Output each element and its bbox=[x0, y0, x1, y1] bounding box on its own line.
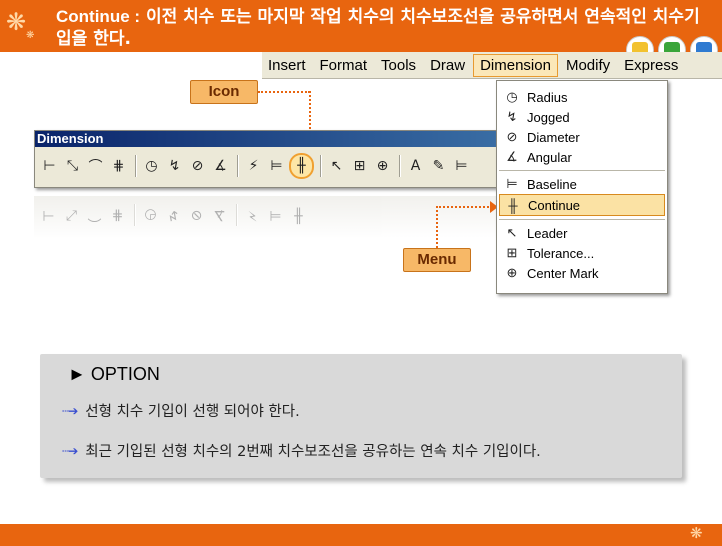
arc-length-icon: ⌒ bbox=[87, 206, 102, 222]
menu-item-jogged[interactable]: ↯ Jogged bbox=[499, 107, 665, 127]
footer-bar: ❋ bbox=[0, 524, 722, 546]
dimtedit-icon[interactable]: ✎ bbox=[428, 155, 449, 177]
menu-express[interactable]: Express bbox=[618, 55, 684, 76]
leader-icon: ↖ bbox=[506, 225, 518, 240]
flower-decoration-icon: ❋ bbox=[690, 524, 703, 542]
reflection-row: ⊢ ⤡ ⌒ ⋕ ◷ ↯ ⊘ ∡ ⚡ ⊨ ╫ bbox=[34, 196, 504, 234]
radius-icon[interactable]: ◷ bbox=[141, 155, 162, 177]
title-description: 이전 치수 또는 마지막 작업 치수의 치수보조선을 공유하면서 연속적인 치수… bbox=[56, 7, 700, 49]
continue-icon[interactable]: ╫ bbox=[289, 153, 314, 179]
dim-update-icon[interactable]: ⊨ bbox=[451, 155, 472, 177]
tolerance-icon[interactable]: ⊞ bbox=[349, 155, 370, 177]
menu-separator bbox=[499, 170, 665, 171]
quick-dim-icon[interactable]: ⚡ bbox=[243, 155, 264, 177]
toolbar-buttons: ⊢ ⤡ ⌒ ⋕ ◷ ↯ ⊘ ∡ ⚡ ⊨ ╫ ↖ ⊞ ⊕ A ✎ ⊨ bbox=[35, 147, 505, 185]
title-keyword: Continue : bbox=[56, 7, 141, 26]
menu-item-angular[interactable]: ∡ Angular bbox=[499, 147, 665, 167]
center-mark-icon: ⊕ bbox=[506, 265, 518, 280]
toolbar-separator bbox=[237, 155, 239, 177]
baseline-icon: ⊨ bbox=[506, 176, 518, 191]
menu-draw[interactable]: Draw bbox=[424, 55, 471, 76]
diameter-icon[interactable]: ⊘ bbox=[187, 155, 208, 177]
menu-item-label: Continue bbox=[528, 197, 581, 213]
arrow-icon: ┄➔ bbox=[62, 403, 78, 418]
option-panel: ► OPTION ┄➔ 선형 치수 기입이 선행 되어야 한다. ┄➔ 최근 기… bbox=[40, 354, 682, 478]
option-line-1: ┄➔ 선형 치수 기입이 선행 되어야 한다. bbox=[62, 400, 300, 421]
toolbar-separator bbox=[236, 204, 238, 226]
angular-icon[interactable]: ∡ bbox=[210, 155, 231, 177]
menu-item-label: Angular bbox=[527, 149, 572, 165]
radius-icon: ◷ bbox=[144, 207, 157, 223]
option-text-1: 선형 치수 기입이 선행 되어야 한다. bbox=[85, 404, 300, 420]
menu-item-radius[interactable]: ◷ Radius bbox=[499, 87, 665, 107]
angular-icon: ∡ bbox=[506, 149, 518, 164]
menu-callout-connector bbox=[436, 206, 496, 208]
menu-item-label: Center Mark bbox=[527, 265, 599, 281]
menu-tools[interactable]: Tools bbox=[375, 55, 422, 76]
toolbar-separator bbox=[134, 204, 136, 226]
qleader-icon[interactable]: ↖ bbox=[326, 155, 347, 177]
menu-item-label: Radius bbox=[527, 89, 568, 105]
menu-format[interactable]: Format bbox=[314, 55, 374, 76]
menu-item-label: Baseline bbox=[527, 176, 577, 192]
small-flower-icon: ❋ bbox=[26, 30, 35, 41]
page-title: Continue : 이전 치수 또는 마지막 작업 치수의 치수보조선을 공유… bbox=[56, 6, 706, 50]
quick-dim-icon: ⚡ bbox=[247, 207, 258, 223]
aligned-dim-icon: ⤡ bbox=[65, 207, 78, 223]
menu-item-center-mark[interactable]: ⊕ Center Mark bbox=[499, 263, 665, 283]
menu-item-label: Diameter bbox=[527, 129, 580, 145]
diameter-icon: ⊘ bbox=[190, 207, 203, 223]
continue-icon: ╫ bbox=[294, 207, 303, 223]
option-line-2: ┄➔ 최근 기입된 선형 치수의 2번째 치수보조선을 공유하는 연속 치수 기… bbox=[62, 440, 541, 461]
menu-item-label: Leader bbox=[527, 225, 568, 241]
toolbar-reflection: ⊢ ⤡ ⌒ ⋕ ◷ ↯ ⊘ ∡ ⚡ ⊨ ╫ bbox=[34, 196, 504, 238]
menu-dimension[interactable]: Dimension bbox=[473, 53, 558, 77]
menu-item-baseline[interactable]: ⊨ Baseline bbox=[499, 174, 665, 194]
toolbar-separator bbox=[320, 155, 322, 177]
ordinate-icon: ⋕ bbox=[111, 207, 124, 223]
angular-icon: ∡ bbox=[213, 207, 226, 223]
menu-item-continue[interactable]: ╫ Continue bbox=[499, 194, 665, 216]
radius-icon: ◷ bbox=[506, 89, 518, 104]
arrow-icon: ┄➔ bbox=[62, 443, 78, 458]
dimension-toolbar: Dimension ⊢ ⤡ ⌒ ⋕ ◷ ↯ ⊘ ∡ ⚡ ⊨ ╫ ↖ ⊞ ⊕ A … bbox=[34, 130, 506, 188]
menu-item-diameter[interactable]: ⊘ Diameter bbox=[499, 127, 665, 147]
flower-decoration-icon: ❋ bbox=[6, 8, 27, 36]
icon-callout: Icon bbox=[190, 80, 258, 104]
jogged-icon: ↯ bbox=[167, 207, 180, 223]
continue-icon: ╫ bbox=[508, 197, 518, 213]
toolbar-separator bbox=[399, 155, 401, 177]
header-bar: ❋ ❋ Continue : 이전 치수 또는 마지막 작업 치수의 치수보조선… bbox=[0, 0, 722, 64]
menu-item-tolerance[interactable]: ⊞ Tolerance... bbox=[499, 243, 665, 263]
menu-item-label: Jogged bbox=[527, 109, 570, 125]
diameter-icon: ⊘ bbox=[506, 129, 518, 144]
menu-item-label: Tolerance... bbox=[527, 245, 595, 261]
toolbar-separator bbox=[135, 155, 137, 177]
jogged-icon[interactable]: ↯ bbox=[164, 155, 185, 177]
linear-dim-icon[interactable]: ⊢ bbox=[39, 155, 60, 177]
tolerance-icon: ⊞ bbox=[506, 245, 518, 260]
dimedit-icon[interactable]: A bbox=[405, 155, 426, 177]
option-text-2: 최근 기입된 선형 치수의 2번째 치수보조선을 공유하는 연속 치수 기입이다… bbox=[85, 444, 541, 460]
dimension-dropdown-menu: ◷ Radius ↯ Jogged ⊘ Diameter ∡ Angular ⊨ Base… bbox=[496, 80, 668, 294]
ordinate-icon[interactable]: ⋕ bbox=[108, 155, 129, 177]
aligned-dim-icon[interactable]: ⤡ bbox=[62, 155, 83, 177]
arc-length-icon[interactable]: ⌒ bbox=[85, 155, 106, 177]
option-title: ► OPTION bbox=[68, 364, 160, 384]
baseline-icon[interactable]: ⊨ bbox=[266, 155, 287, 177]
linear-dim-icon: ⊢ bbox=[42, 207, 55, 223]
jogged-icon: ↯ bbox=[506, 109, 518, 124]
menu-bar: Insert Format Tools Draw Dimension Modif… bbox=[262, 52, 722, 79]
menu-callout: Menu bbox=[403, 248, 471, 272]
icon-callout-connector bbox=[258, 91, 310, 93]
menu-modify[interactable]: Modify bbox=[560, 55, 616, 76]
toolbar-title: Dimension bbox=[35, 131, 505, 147]
menu-item-leader[interactable]: ↖ Leader bbox=[499, 223, 665, 243]
center-mark-icon[interactable]: ⊕ bbox=[372, 155, 393, 177]
menu-separator bbox=[499, 219, 665, 220]
menu-insert[interactable]: Insert bbox=[262, 55, 312, 76]
baseline-icon: ⊨ bbox=[269, 207, 282, 223]
menu-callout-connector-vertical bbox=[436, 206, 438, 248]
